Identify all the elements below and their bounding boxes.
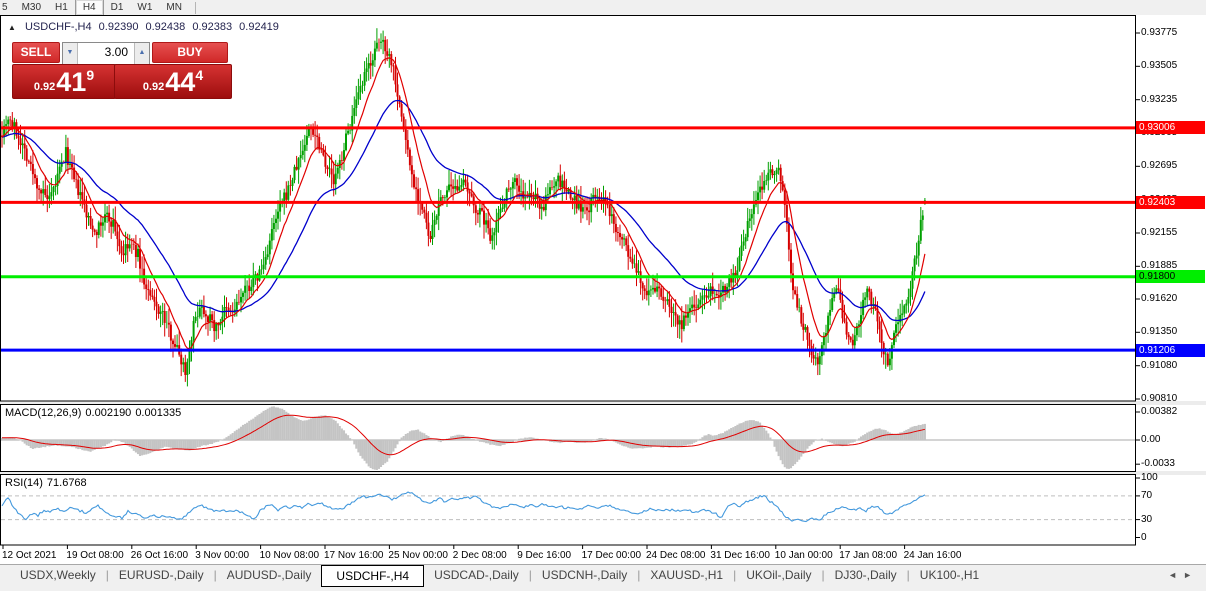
timeframe-button-mn[interactable]: MN xyxy=(159,0,189,15)
buy-price-small: 0.92 xyxy=(143,81,164,93)
macd-axis-tick: 0.00 xyxy=(1141,434,1160,445)
toolbar-separator xyxy=(195,2,196,14)
tabs-scroll-right-button[interactable]: ► xyxy=(1183,570,1198,580)
time-axis-label: 3 Nov 00:00 xyxy=(195,550,249,561)
rsi-axis-tick: 0 xyxy=(1141,532,1147,543)
sell-price-sup: 9 xyxy=(86,67,94,83)
tab-usdx-weekly[interactable]: USDX,Weekly xyxy=(10,565,106,585)
tab-usdcnh-daily[interactable]: USDCNH-,Daily xyxy=(532,565,637,585)
time-axis-label: 12 Oct 2021 xyxy=(2,550,56,561)
chart-ohlc-header: ▲ USDCHF-,H4 0.92390 0.92438 0.92383 0.9… xyxy=(8,21,283,33)
time-axis-label: 2 Dec 08:00 xyxy=(453,550,507,561)
price-level-label: 0.91800 xyxy=(1136,270,1205,283)
collapse-triangle-icon[interactable]: ▲ xyxy=(8,23,16,32)
rsi-axis-tick: 70 xyxy=(1141,490,1152,501)
volume-increase-button[interactable]: ▲ xyxy=(134,43,149,64)
rsi-line xyxy=(2,492,925,522)
time-axis-label: 24 Jan 16:00 xyxy=(904,550,962,561)
ohlc-low: 0.92383 xyxy=(192,21,232,33)
time-axis-label: 10 Nov 08:00 xyxy=(260,550,320,561)
rsi-axis-tick: 100 xyxy=(1141,472,1158,483)
price-level-label: 0.93006 xyxy=(1136,121,1205,134)
price-axis-tick: 0.91350 xyxy=(1141,326,1177,337)
chart-symbol: USDCHF-,H4 xyxy=(25,21,92,33)
time-axis-label: 9 Dec 16:00 xyxy=(517,550,571,561)
price-axis-tick: 0.91080 xyxy=(1141,360,1177,371)
timeframe-button-5[interactable]: 5 xyxy=(0,0,15,15)
time-axis-label: 17 Nov 16:00 xyxy=(324,550,384,561)
timeframe-toolbar: 5M30H1H4D1W1MN xyxy=(0,0,1206,15)
macd-signal-value: 0.001335 xyxy=(135,407,181,419)
ohlc-close: 0.92419 xyxy=(239,21,279,33)
volume-decrease-button[interactable]: ▼ xyxy=(63,43,78,64)
time-axis-label: 26 Oct 16:00 xyxy=(131,550,188,561)
time-axis-label: 24 Dec 08:00 xyxy=(646,550,706,561)
tab-uk100-h1[interactable]: UK100-,H1 xyxy=(910,565,989,585)
tab-scroll-arrows: ◄► xyxy=(1168,570,1198,580)
macd-signal-line xyxy=(2,415,925,455)
timeframe-button-w1[interactable]: W1 xyxy=(130,0,159,15)
buy-button[interactable]: BUY xyxy=(152,42,228,63)
rsi-axis-tick: 30 xyxy=(1141,514,1152,525)
timeframe-button-d1[interactable]: D1 xyxy=(104,0,131,15)
slow-ma-line xyxy=(2,101,925,321)
mt4-window: 5M30H1H4D1W1MN ▲ USDCHF-,H4 0.92390 0.92… xyxy=(0,0,1206,591)
time-axis-label: 19 Oct 08:00 xyxy=(66,550,123,561)
buy-price-sup: 4 xyxy=(195,67,203,83)
timeframe-button-h1[interactable]: H1 xyxy=(48,0,75,15)
time-axis-label: 10 Jan 00:00 xyxy=(775,550,833,561)
buy-price-box[interactable]: 0.92 44 4 xyxy=(114,64,232,99)
chart-tab-bar: USDX,Weekly|EURUSD-,Daily|AUDUSD-,DailyU… xyxy=(0,564,1206,591)
macd-main-value: 0.002190 xyxy=(85,407,131,419)
macd-axis-tick: -0.0033 xyxy=(1141,458,1175,469)
tabs-scroll-left-button[interactable]: ◄ xyxy=(1168,570,1183,580)
sell-price-small: 0.92 xyxy=(34,81,55,93)
price-axis-tick: 0.93235 xyxy=(1141,94,1177,105)
timeframe-button-m30[interactable]: M30 xyxy=(15,0,48,15)
tab-audusd-daily[interactable]: AUDUSD-,Daily xyxy=(217,565,322,585)
tab-xauusd-h1[interactable]: XAUUSD-,H1 xyxy=(640,565,733,585)
timeframe-button-h4[interactable]: H4 xyxy=(75,0,104,15)
tab-dj30-daily[interactable]: DJ30-,Daily xyxy=(825,565,907,585)
price-axis-tick: 0.91620 xyxy=(1141,293,1177,304)
price-axis-tick: 0.92695 xyxy=(1141,160,1177,171)
volume-input[interactable]: 3.00 xyxy=(78,43,134,64)
time-axis-label: 17 Jan 08:00 xyxy=(839,550,897,561)
price-axis-tick: 0.92155 xyxy=(1141,227,1177,238)
time-axis-label: 17 Dec 00:00 xyxy=(582,550,642,561)
ohlc-high: 0.92438 xyxy=(146,21,186,33)
price-level-label: 0.92403 xyxy=(1136,196,1205,209)
time-axis-label: 25 Nov 00:00 xyxy=(388,550,448,561)
rsi-panel xyxy=(1,475,1136,546)
tab-ukoil-daily[interactable]: UKOil-,Daily xyxy=(736,565,821,585)
sell-price-big: 41 xyxy=(56,68,86,97)
rsi-panel-title: RSI(14) 71.6768 xyxy=(5,477,91,489)
tab-usdcad-daily[interactable]: USDCAD-,Daily xyxy=(424,565,529,585)
macd-axis-tick: 0.00382 xyxy=(1141,406,1177,417)
ohlc-open: 0.92390 xyxy=(99,21,139,33)
tab-usdchf-h4[interactable]: USDCHF-,H4 xyxy=(321,565,424,587)
rsi-value: 71.6768 xyxy=(47,477,87,489)
rsi-label: RSI(14) xyxy=(5,477,43,489)
macd-panel-title: MACD(12,26,9) 0.002190 0.001335 xyxy=(5,407,185,419)
volume-spinner: ▼ 3.00 ▲ xyxy=(62,42,150,65)
price-level-label: 0.91206 xyxy=(1136,344,1205,357)
price-axis-tick: 0.93505 xyxy=(1141,60,1177,71)
price-axis-tick: 0.93775 xyxy=(1141,27,1177,38)
sell-price-box[interactable]: 0.92 41 9 xyxy=(12,64,116,99)
fast-ma-line xyxy=(2,58,925,349)
tab-eurusd-daily[interactable]: EURUSD-,Daily xyxy=(109,565,214,585)
macd-label: MACD(12,26,9) xyxy=(5,407,81,419)
sell-button[interactable]: SELL xyxy=(12,42,60,63)
price-axis-tick: 0.90810 xyxy=(1141,393,1177,404)
buy-price-big: 44 xyxy=(165,68,195,97)
time-axis-label: 31 Dec 16:00 xyxy=(710,550,770,561)
